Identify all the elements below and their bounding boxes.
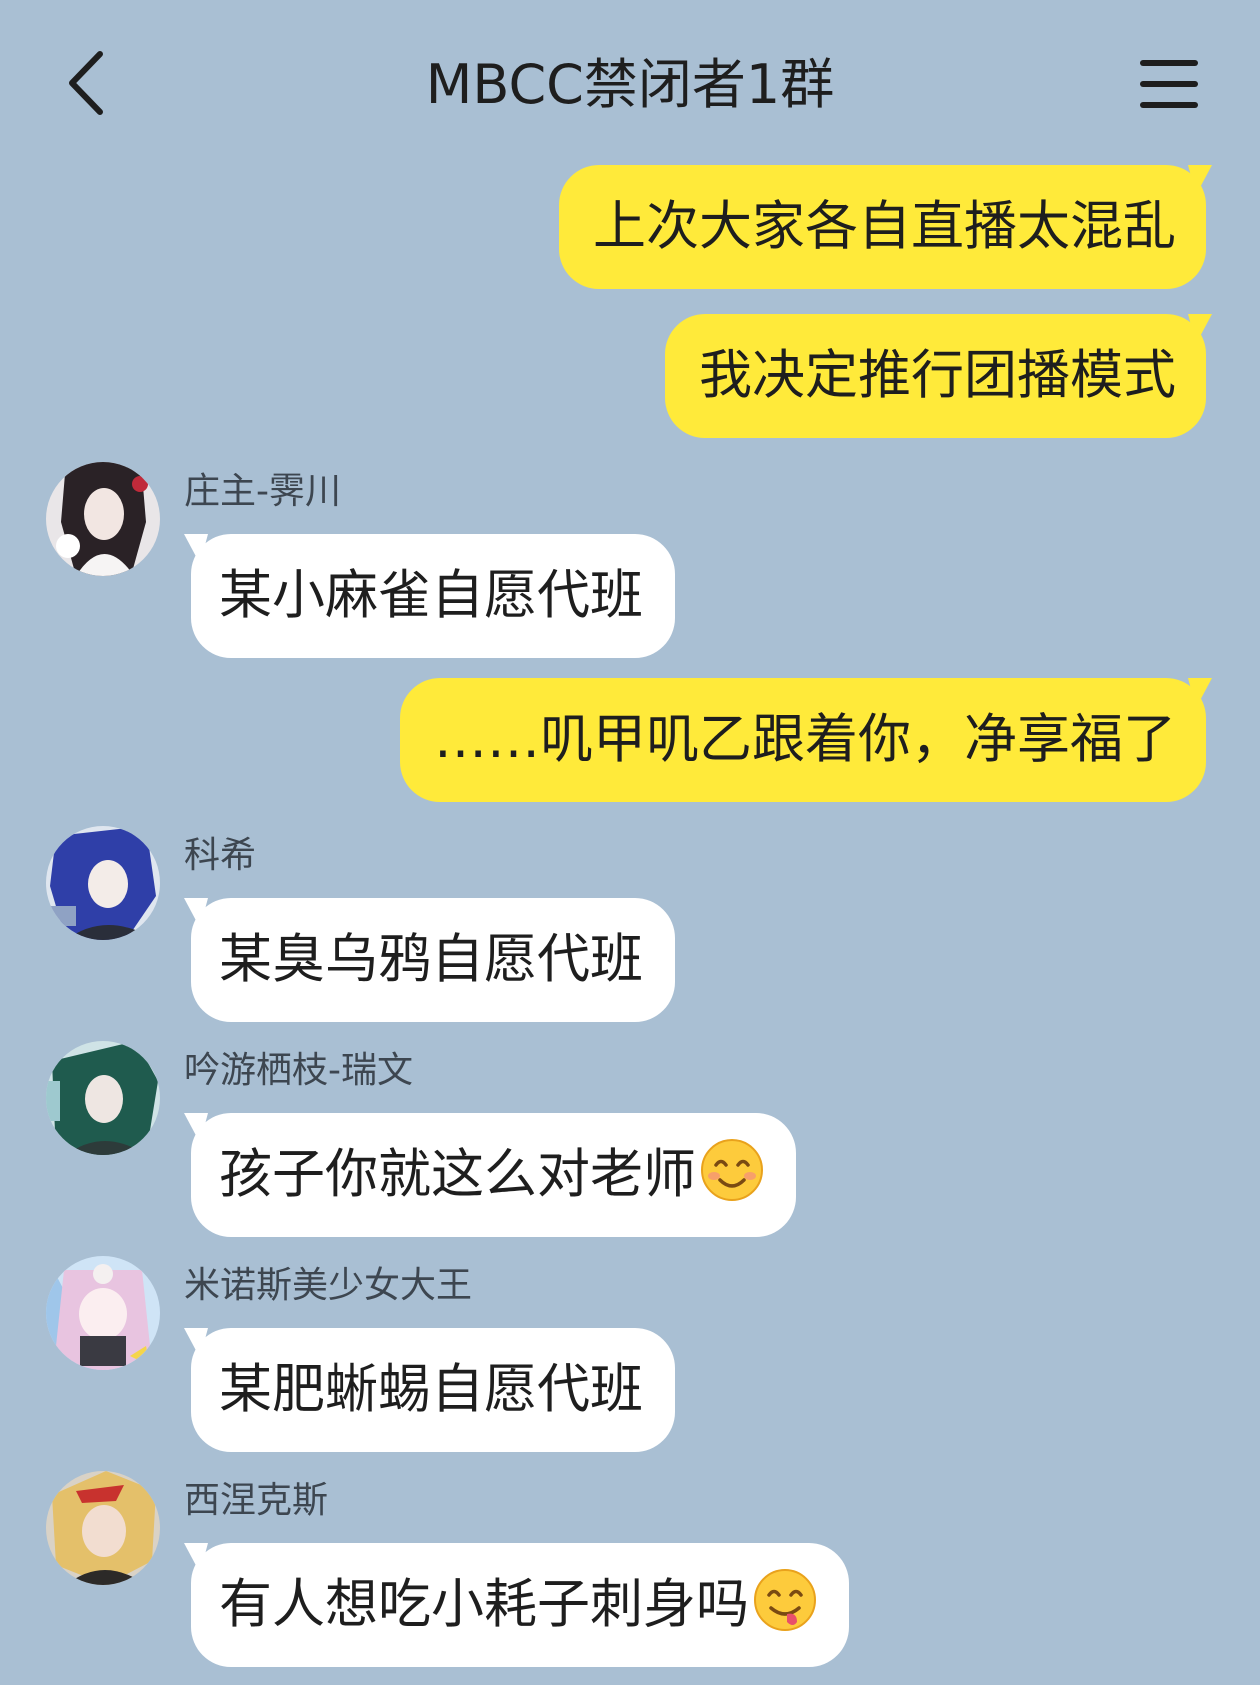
message-row-incoming: 西涅克斯 有人想吃小耗子刺身吗 [0,1467,1260,1667]
message-row-incoming: 科希 某臭乌鸦自愿代班 [0,822,1260,1022]
message-row-outgoing: 上次大家各自直播太混乱 [0,165,1260,289]
sender-name: 科希 [184,835,257,876]
message-text: 我决定推行团播模式 [699,345,1176,406]
message-text: 有人想吃小耗子刺身吗 [219,1574,749,1635]
message-row-incoming: 庄主-霁川 某小麻雀自愿代班 [0,458,1260,658]
message-bubble-incoming[interactable]: 有人想吃小耗子刺身吗 [191,1543,849,1667]
avatar-image [46,1041,160,1155]
message-bubble-incoming[interactable]: 某臭乌鸦自愿代班 [191,898,675,1022]
avatar-image [46,462,160,576]
message-text: ……叽甲叽乙跟着你，净享福了 [434,709,1176,770]
avatar[interactable] [46,1041,160,1155]
message-row-incoming: 吟游栖枝-瑞文 孩子你就这么对老师 [0,1037,1260,1237]
avatar[interactable] [46,826,160,940]
hamburger-menu-icon [1140,60,1198,108]
message-bubble-incoming[interactable]: 某肥蜥蜴自愿代班 [191,1328,675,1452]
sender-name: 西涅克斯 [184,1480,329,1521]
message-row-outgoing: ……叽甲叽乙跟着你，净享福了 [0,678,1260,802]
avatar-image [46,826,160,940]
message-bubble-incoming[interactable]: 某小麻雀自愿代班 [191,534,675,658]
chat-header: MBCC禁闭者1群 [0,0,1260,165]
sender-name: 吟游栖枝-瑞文 [184,1050,413,1091]
message-text: 某肥蜥蜴自愿代班 [219,1359,643,1420]
message-bubble-outgoing[interactable]: ……叽甲叽乙跟着你，净享福了 [400,678,1206,802]
smiling-face-icon [701,1139,763,1201]
chat-title: MBCC禁闭者1群 [425,53,835,116]
message-bubble-incoming[interactable]: 孩子你就这么对老师 [191,1113,796,1237]
message-text: 某臭乌鸦自愿代班 [219,929,643,990]
message-bubble-outgoing[interactable]: 上次大家各自直播太混乱 [559,165,1206,289]
sender-name: 庄主-霁川 [184,471,341,512]
avatar-image [46,1471,160,1585]
message-bubble-outgoing[interactable]: 我决定推行团播模式 [665,314,1206,438]
message-text: 上次大家各自直播太混乱 [593,196,1176,257]
menu-button[interactable] [1138,58,1200,110]
avatar-image [46,1256,160,1370]
message-text: 孩子你就这么对老师 [219,1144,696,1205]
message-row-outgoing: 我决定推行团播模式 [0,314,1260,438]
yummy-face-icon [754,1569,816,1631]
avatar[interactable] [46,462,160,576]
message-row-incoming: 米诺斯美少女大王 某肥蜥蜴自愿代班 [0,1252,1260,1452]
avatar[interactable] [46,1471,160,1585]
avatar[interactable] [46,1256,160,1370]
sender-name: 米诺斯美少女大王 [184,1265,473,1306]
message-text: 某小麻雀自愿代班 [219,565,643,626]
